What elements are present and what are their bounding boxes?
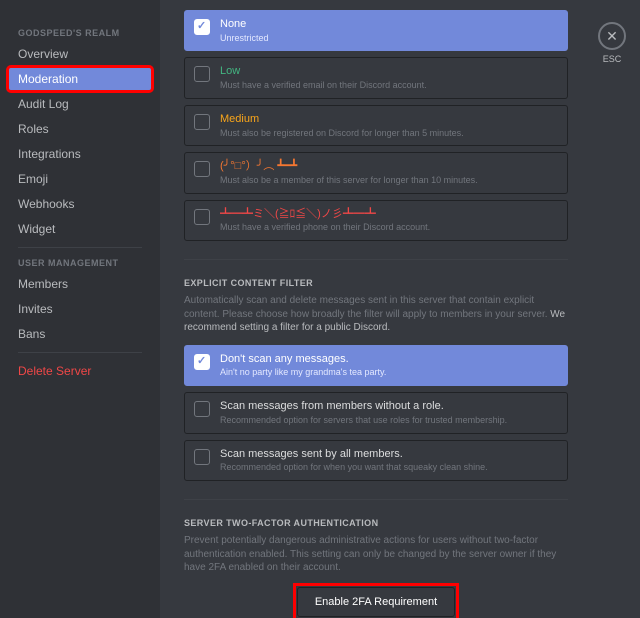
option-subtitle: Must have a verified phone on their Disc… bbox=[220, 222, 558, 233]
option-title: Medium bbox=[220, 113, 558, 126]
verification-option-medium[interactable]: Medium Must also be registered on Discor… bbox=[184, 105, 568, 146]
sidebar-label: Widget bbox=[18, 222, 55, 236]
sidebar-label: Delete Server bbox=[18, 364, 91, 378]
sidebar-label: Members bbox=[18, 277, 68, 291]
sidebar-divider bbox=[18, 247, 142, 248]
verification-option-none[interactable]: None Unrestricted bbox=[184, 10, 568, 51]
twofa-description: Prevent potentially dangerous administra… bbox=[184, 534, 568, 575]
checkbox-icon bbox=[194, 66, 210, 82]
option-subtitle: Must also be registered on Discord for l… bbox=[220, 128, 558, 139]
checkbox-icon bbox=[194, 161, 210, 177]
checkbox-icon bbox=[194, 209, 210, 225]
option-subtitle: Recommended option for when you want tha… bbox=[220, 462, 558, 473]
sidebar-item-members[interactable]: Members bbox=[8, 272, 152, 296]
enable-2fa-button[interactable]: Enable 2FA Requirement bbox=[297, 587, 454, 617]
explicit-filter-description: Automatically scan and delete messages s… bbox=[184, 294, 568, 335]
explicit-option-none[interactable]: Don't scan any messages. Ain't no party … bbox=[184, 345, 568, 386]
settings-sidebar: GODSPEED'S REALM Overview Moderation Aud… bbox=[0, 0, 160, 618]
explicit-filter-heading: EXPLICIT CONTENT FILTER bbox=[184, 278, 568, 288]
sidebar-user-heading: USER MANAGEMENT bbox=[8, 254, 152, 272]
sidebar-label: Webhooks bbox=[18, 197, 74, 211]
sidebar-label: Emoji bbox=[18, 172, 48, 186]
close-icon: ✕ bbox=[598, 22, 626, 50]
option-title: Scan messages sent by all members. bbox=[220, 448, 558, 461]
option-title: Scan messages from members without a rol… bbox=[220, 400, 558, 413]
sidebar-item-bans[interactable]: Bans bbox=[8, 322, 152, 346]
option-subtitle: Unrestricted bbox=[220, 33, 558, 44]
option-title: (╯°□°）╯︵ ┻━┻ bbox=[220, 160, 558, 173]
sidebar-label: Overview bbox=[18, 47, 68, 61]
sidebar-item-moderation[interactable]: Moderation bbox=[8, 67, 152, 91]
option-subtitle: Must have a verified email on their Disc… bbox=[220, 80, 558, 91]
checkbox-icon bbox=[194, 19, 210, 35]
sidebar-server-heading: GODSPEED'S REALM bbox=[8, 24, 152, 42]
sidebar-item-widget[interactable]: Widget bbox=[8, 217, 152, 241]
sidebar-item-audit-log[interactable]: Audit Log bbox=[8, 92, 152, 116]
verification-option-low[interactable]: Low Must have a verified email on their … bbox=[184, 57, 568, 98]
sidebar-label: Moderation bbox=[18, 72, 78, 86]
section-divider bbox=[184, 499, 568, 500]
section-divider bbox=[184, 259, 568, 260]
sidebar-item-roles[interactable]: Roles bbox=[8, 117, 152, 141]
checkbox-icon bbox=[194, 401, 210, 417]
sidebar-label: Invites bbox=[18, 302, 53, 316]
esc-label: ESC bbox=[598, 54, 626, 64]
option-title: ┻━┻ミ＼(≧ﾛ≦＼)ノ彡┻━┻ bbox=[220, 208, 558, 221]
content-scroll: ✕ ESC None Unrestricted Low Must have a … bbox=[160, 0, 640, 618]
option-subtitle: Recommended option for servers that use … bbox=[220, 415, 558, 426]
option-title: Low bbox=[220, 65, 558, 78]
sidebar-label: Audit Log bbox=[18, 97, 69, 111]
sidebar-divider bbox=[18, 352, 142, 353]
close-button[interactable]: ✕ ESC bbox=[598, 22, 626, 64]
option-subtitle: Ain't no party like my grandma's tea par… bbox=[220, 367, 558, 378]
sidebar-item-delete-server[interactable]: Delete Server bbox=[8, 359, 152, 383]
verification-option-highest[interactable]: ┻━┻ミ＼(≧ﾛ≦＼)ノ彡┻━┻ Must have a verified ph… bbox=[184, 200, 568, 241]
sidebar-item-webhooks[interactable]: Webhooks bbox=[8, 192, 152, 216]
option-title: Don't scan any messages. bbox=[220, 353, 558, 366]
explicit-option-no-role[interactable]: Scan messages from members without a rol… bbox=[184, 392, 568, 433]
twofa-heading: SERVER TWO-FACTOR AUTHENTICATION bbox=[184, 518, 568, 528]
explicit-option-all[interactable]: Scan messages sent by all members. Recom… bbox=[184, 440, 568, 481]
checkbox-icon bbox=[194, 354, 210, 370]
verification-option-high[interactable]: (╯°□°）╯︵ ┻━┻ Must also be a member of th… bbox=[184, 152, 568, 193]
checkbox-icon bbox=[194, 449, 210, 465]
sidebar-item-integrations[interactable]: Integrations bbox=[8, 142, 152, 166]
sidebar-item-overview[interactable]: Overview bbox=[8, 42, 152, 66]
sidebar-label: Roles bbox=[18, 122, 49, 136]
sidebar-label: Integrations bbox=[18, 147, 81, 161]
sidebar-label: Bans bbox=[18, 327, 45, 341]
checkbox-icon bbox=[194, 114, 210, 130]
option-subtitle: Must also be a member of this server for… bbox=[220, 175, 558, 186]
sidebar-item-emoji[interactable]: Emoji bbox=[8, 167, 152, 191]
desc-text: Automatically scan and delete messages s… bbox=[184, 295, 550, 320]
option-title: None bbox=[220, 18, 558, 31]
sidebar-item-invites[interactable]: Invites bbox=[8, 297, 152, 321]
